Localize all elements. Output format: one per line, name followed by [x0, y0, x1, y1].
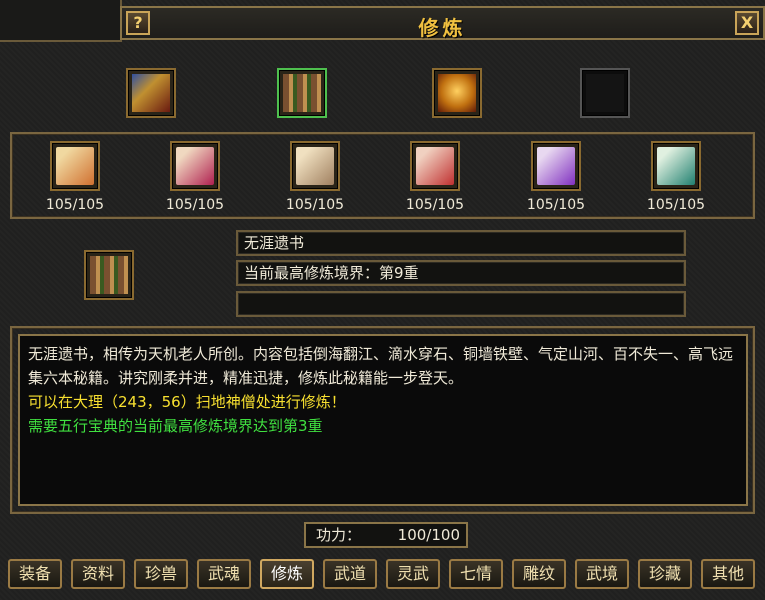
location-text: 可以在大理（243，56）扫地神僧处进行修炼！	[28, 393, 346, 411]
power-label: 功力：	[316, 526, 362, 544]
close-button[interactable]: X	[735, 11, 759, 35]
item-name-field: 无涯遗书	[236, 230, 686, 256]
description-text: 无涯遗书，相传为天机老人所创。内容包括倒海翻江、滴水穿石、铜墙铁壁、气定山河、百…	[28, 345, 734, 387]
scroll-count: 105/105	[45, 197, 105, 213]
scroll-red-icon[interactable]	[410, 141, 460, 191]
scroll-count: 105/105	[646, 197, 706, 213]
tab-martial-way[interactable]: 武道	[323, 559, 377, 589]
scroll-teal-icon[interactable]	[651, 141, 701, 191]
scroll-orange-icon[interactable]	[50, 141, 100, 191]
tab-seven-emotions[interactable]: 七情	[449, 559, 503, 589]
empty-slot[interactable]	[580, 68, 630, 118]
tab-engraving[interactable]: 雕纹	[512, 559, 566, 589]
tab-collection[interactable]: 珍藏	[638, 559, 692, 589]
power-display: 功力： 100/100	[304, 522, 468, 548]
scroll-count: 105/105	[526, 197, 586, 213]
scroll-bundle-icon[interactable]	[277, 68, 327, 118]
scroll-tan-icon[interactable]	[290, 141, 340, 191]
power-value: 100/100	[397, 526, 460, 544]
scroll-crimson-icon[interactable]	[170, 141, 220, 191]
title-bar: ? 修炼 X	[120, 6, 765, 40]
window-title: 修炼	[418, 16, 467, 40]
scroll-count: 105/105	[285, 197, 345, 213]
requirement-text: 需要五行宝典的当前最高修炼境界达到第3重	[28, 417, 323, 435]
scroll-purple-icon[interactable]	[531, 141, 581, 191]
description-box: 无涯遗书，相传为天机老人所创。内容包括倒海翻江、滴水穿石、铜墙铁壁、气定山河、百…	[18, 334, 748, 506]
tab-profile[interactable]: 资料	[71, 559, 125, 589]
extra-field	[236, 291, 686, 317]
corner-ornament	[0, 0, 122, 42]
bottom-tab-bar: 装备 资料 珍兽 武魂 修炼 武道 灵武 七情 雕纹 武境 珍藏 其他	[8, 559, 760, 591]
tab-spirit-weapon[interactable]: 灵武	[386, 559, 440, 589]
golden-book-icon[interactable]	[126, 68, 176, 118]
realm-field: 当前最高修炼境界：第9重	[236, 260, 686, 286]
scroll-count: 105/105	[165, 197, 225, 213]
tab-cultivation[interactable]: 修炼	[260, 559, 314, 589]
treasure-book-icon[interactable]	[432, 68, 482, 118]
tab-martial-realm[interactable]: 武境	[575, 559, 629, 589]
tab-equipment[interactable]: 装备	[8, 559, 62, 589]
tab-others[interactable]: 其他	[701, 559, 755, 589]
tab-martial-soul[interactable]: 武魂	[197, 559, 251, 589]
cultivation-window: ? 修炼 X 105/105 105/105 105/105 105/105 1…	[0, 0, 765, 600]
tab-pets[interactable]: 珍兽	[134, 559, 188, 589]
selected-scroll-bundle-icon[interactable]	[84, 250, 134, 300]
scroll-count: 105/105	[405, 197, 465, 213]
